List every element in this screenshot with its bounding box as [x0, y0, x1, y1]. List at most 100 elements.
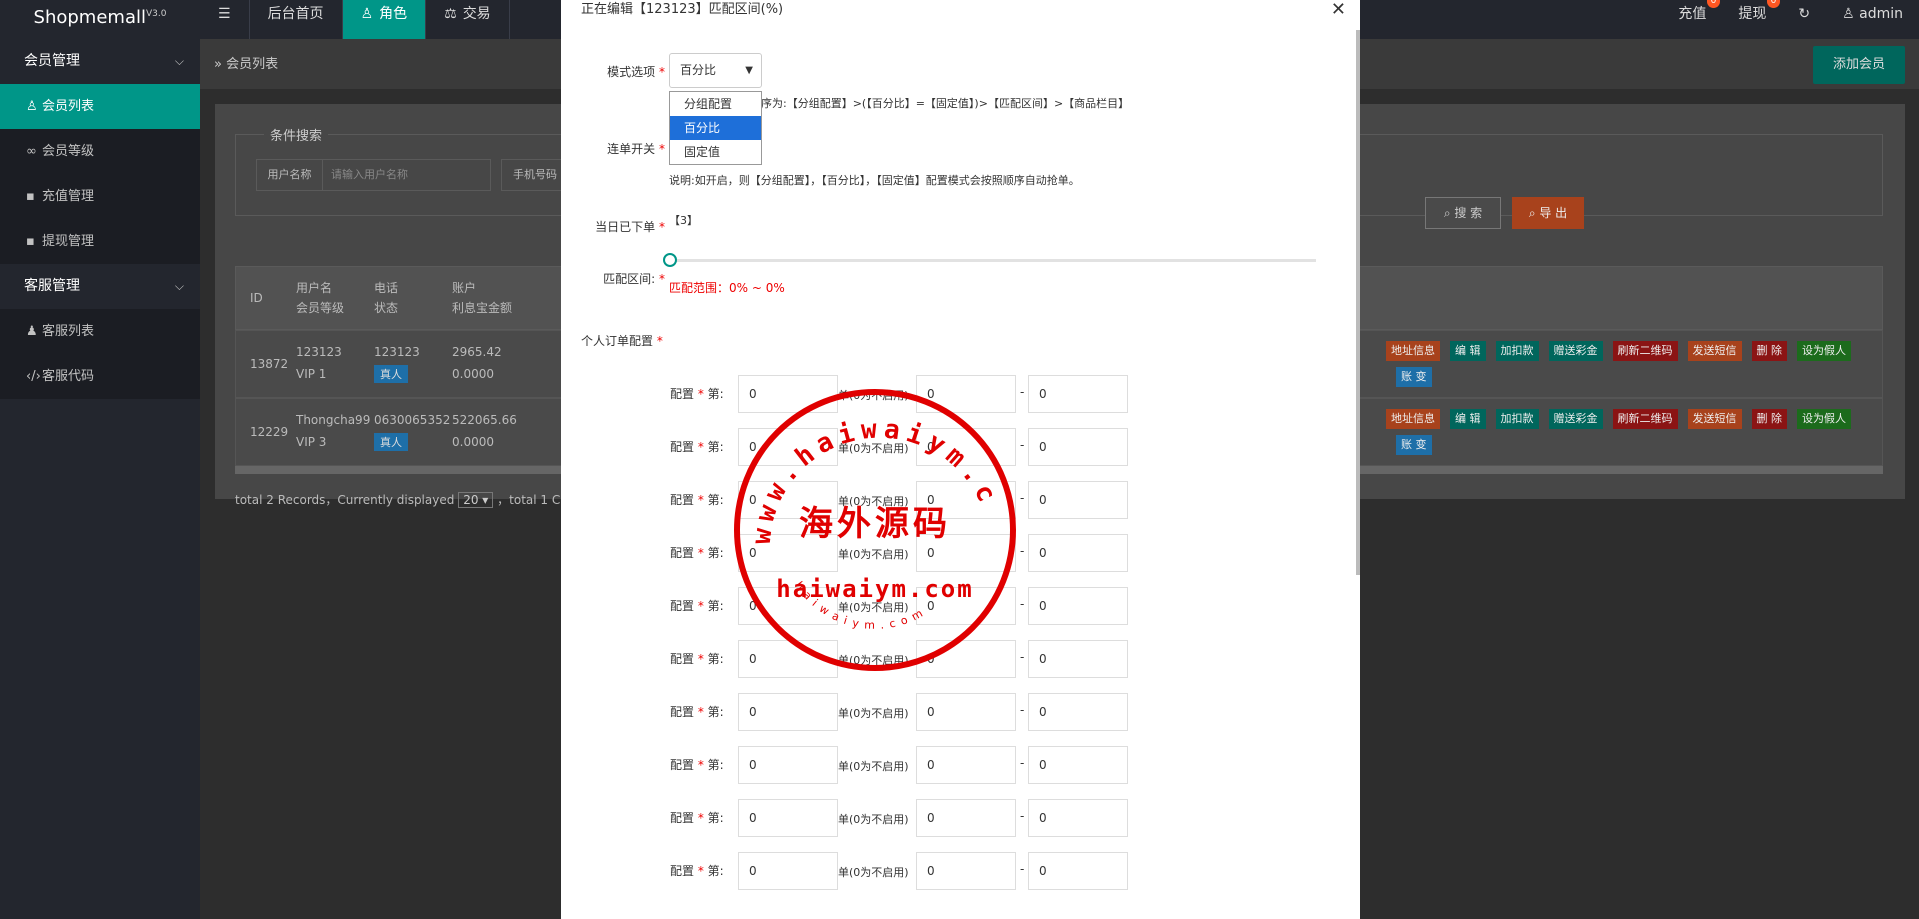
order-number-input[interactable]: 0 [738, 799, 838, 837]
range-dash: - [1020, 491, 1025, 505]
username-input[interactable]: 请输入用户名称 [323, 160, 490, 190]
chain-label: 连单开关 * [607, 142, 665, 156]
chevron-down-icon: ▼ [745, 65, 753, 76]
order-unit-label: 单(0为不启用) [838, 548, 909, 561]
user-icon: ♙ [360, 6, 374, 22]
sidebar-item-service-code[interactable]: ‹/›客服代码 [0, 354, 200, 399]
users-icon: ♟ [26, 324, 38, 339]
account-change-button[interactable]: 账 变 [1396, 367, 1432, 387]
search-button[interactable]: ⌕ 搜 索 [1425, 197, 1501, 229]
config-row: 配置 * 第: 0 单(0为不启用) 0-0 [561, 587, 1360, 625]
config-row-label: 配置 * 第: [670, 864, 724, 878]
range-max-input[interactable]: 0 [1028, 640, 1128, 678]
bonus-button[interactable]: 赠送彩金 [1548, 341, 1603, 361]
nav-roles[interactable]: ♙ 角色 [342, 0, 427, 39]
range-max-input[interactable]: 0 [1028, 799, 1128, 837]
range-min-input[interactable]: 0 [916, 587, 1016, 625]
range-max-input[interactable]: 0 [1028, 428, 1128, 466]
mode-option[interactable]: 固定值 [670, 140, 761, 164]
range-max-input[interactable]: 0 [1028, 852, 1128, 890]
range-max-input[interactable]: 0 [1028, 375, 1128, 413]
mode-note: 序为:【分组配置】>(【百分比】=【固定值】)>【匹配区间】>【商品栏目】 [761, 97, 1130, 110]
sidebar-group-members[interactable]: 会员管理 ⌵ [0, 39, 200, 84]
sidebar-item-member-level[interactable]: ∞ 会员等级 [0, 129, 200, 174]
range-min-input[interactable]: 0 [916, 746, 1016, 784]
address-button[interactable]: 地址信息 [1386, 409, 1440, 429]
refresh-qr-button[interactable]: 刷新二维码 [1612, 409, 1678, 429]
adjust-balance-button[interactable]: 加扣款 [1495, 341, 1539, 361]
order-number-input[interactable]: 0 [738, 693, 838, 731]
address-button[interactable]: 地址信息 [1386, 341, 1440, 361]
config-row-label: 配置 * 第: [670, 652, 724, 666]
range-max-input[interactable]: 0 [1028, 746, 1128, 784]
refresh-qr-button[interactable]: 刷新二维码 [1612, 341, 1678, 361]
export-button[interactable]: ⌕ 导 出 [1512, 197, 1584, 229]
order-number-input[interactable]: 0 [738, 481, 838, 519]
send-sms-button[interactable]: 发送短信 [1687, 341, 1742, 361]
range-slider-track[interactable] [669, 259, 1316, 262]
sidebar-group-service[interactable]: 客服管理 ⌵ [0, 264, 200, 309]
sidebar-item-member-list[interactable]: ♙ 会员列表 [0, 84, 200, 129]
withdraw-link[interactable]: 提现 0 [1722, 0, 1782, 39]
range-max-input[interactable]: 0 [1028, 587, 1128, 625]
range-min-input[interactable]: 0 [916, 375, 1016, 413]
mode-select[interactable]: 百分比 ▼ [669, 53, 762, 88]
order-number-input[interactable]: 0 [738, 534, 838, 572]
logo: ShopmemallV3.0 [0, 0, 200, 39]
add-member-button[interactable]: 添加会员 [1813, 46, 1905, 84]
mode-option[interactable]: 百分比 [670, 116, 761, 140]
range-max-input[interactable]: 0 [1028, 534, 1128, 572]
order-number-input[interactable]: 0 [738, 640, 838, 678]
nav-home[interactable]: 后台首页 [250, 0, 343, 39]
mode-option[interactable]: 分组配置 [670, 92, 761, 116]
range-min-input[interactable]: 0 [916, 428, 1016, 466]
config-row-label: 配置 * 第: [670, 546, 724, 560]
delete-button[interactable]: 删 除 [1751, 341, 1787, 361]
personal-config-label: 个人订单配置 * [581, 334, 663, 348]
close-icon[interactable]: ✕ [1331, 0, 1346, 20]
sidebar-item-service-list[interactable]: ♟ 客服列表 [0, 309, 200, 354]
range-max-input[interactable]: 0 [1028, 693, 1128, 731]
adjust-balance-button[interactable]: 加扣款 [1495, 409, 1539, 429]
recharge-link[interactable]: 充值 0 [1662, 0, 1722, 39]
range-min-input[interactable]: 0 [916, 852, 1016, 890]
order-number-input[interactable]: 0 [738, 852, 838, 890]
card-icon: ▪ [26, 234, 35, 249]
range-dash: - [1020, 544, 1025, 558]
sidebar-item-withdraw[interactable]: ▪ 提现管理 [0, 219, 200, 264]
config-row: 配置 * 第: 0 单(0为不启用) 0-0 [561, 375, 1360, 413]
today-orders-label: 当日已下单 * [595, 220, 665, 234]
set-fake-button[interactable]: 设为假人 [1797, 341, 1851, 361]
refresh-icon[interactable]: ↻ [1782, 0, 1826, 39]
order-number-input[interactable]: 0 [738, 375, 838, 413]
range-min-input[interactable]: 0 [916, 481, 1016, 519]
range-dash: - [1020, 438, 1025, 452]
edit-button[interactable]: 编 辑 [1450, 409, 1486, 429]
config-row-label: 配置 * 第: [670, 493, 724, 507]
range-max-input[interactable]: 0 [1028, 481, 1128, 519]
set-fake-button[interactable]: 设为假人 [1797, 409, 1851, 429]
page-size-select[interactable]: 20 ▾ [458, 492, 494, 508]
recharge-badge: 0 [1706, 0, 1721, 8]
account-change-button[interactable]: 账 变 [1396, 435, 1432, 455]
edit-button[interactable]: 编 辑 [1450, 341, 1486, 361]
order-number-input[interactable]: 0 [738, 587, 838, 625]
range-min-input[interactable]: 0 [916, 534, 1016, 572]
sidebar-item-recharge[interactable]: ▪ 充值管理 [0, 174, 200, 219]
range-min-input[interactable]: 0 [916, 799, 1016, 837]
admin-menu[interactable]: ♙ admin [1826, 0, 1919, 39]
range-dash: - [1020, 385, 1025, 399]
menu-toggle-button[interactable]: ☰ [200, 0, 250, 39]
order-number-input[interactable]: 0 [738, 746, 838, 784]
send-sms-button[interactable]: 发送短信 [1687, 409, 1742, 429]
today-orders-value: 【3】 [669, 214, 698, 227]
delete-button[interactable]: 删 除 [1751, 409, 1787, 429]
range-slider-handle[interactable] [663, 253, 677, 267]
order-number-input[interactable]: 0 [738, 428, 838, 466]
range-min-input[interactable]: 0 [916, 693, 1016, 731]
username-filter: 用户名称 请输入用户名称 [256, 159, 491, 191]
order-unit-label: 单(0为不启用) [838, 707, 909, 720]
nav-trade[interactable]: ⚖ 交易 [426, 0, 510, 39]
bonus-button[interactable]: 赠送彩金 [1548, 409, 1603, 429]
range-min-input[interactable]: 0 [916, 640, 1016, 678]
